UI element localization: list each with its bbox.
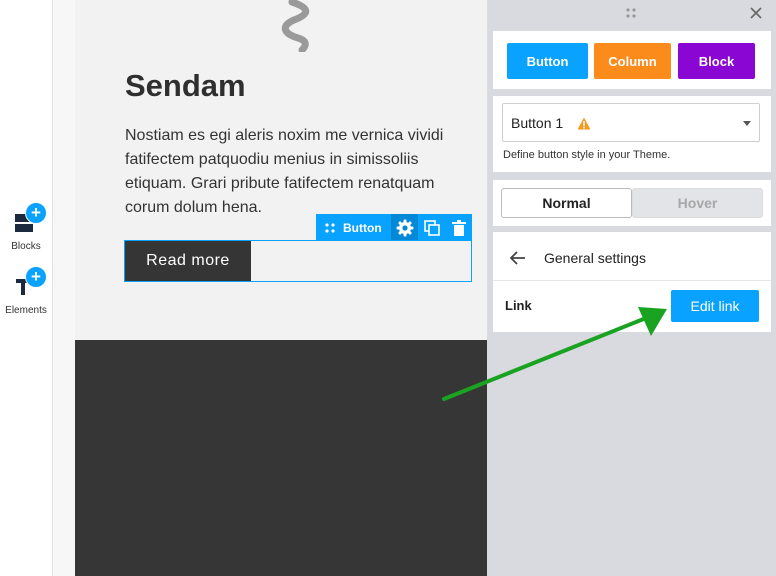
body-paragraph: Nostiam es egi aleris noxim me vernica v…	[125, 127, 444, 216]
panel-header	[487, 0, 776, 28]
button-style-card: Button 1 Define button style in your The…	[493, 96, 771, 172]
element-type-card: Button Column Block	[493, 31, 771, 89]
read-more-button[interactable]: Read more	[125, 241, 251, 281]
button-style-select[interactable]: Button 1	[502, 103, 760, 142]
chevron-down-icon	[743, 121, 751, 126]
button-style-hint: Define button style in your Theme.	[503, 149, 671, 161]
general-settings-title: General settings	[544, 250, 646, 266]
edit-link-button[interactable]: Edit link	[671, 290, 759, 322]
tab-hover[interactable]: Hover	[632, 188, 763, 218]
link-label: Link	[505, 298, 532, 313]
gear-icon[interactable]	[391, 214, 418, 241]
page-canvas: Sendam Nostiam es egi aleris noxim me ve…	[75, 0, 487, 576]
trash-icon[interactable]	[445, 214, 472, 241]
type-button-column[interactable]: Column	[594, 43, 671, 79]
divider	[493, 280, 771, 281]
type-button-block[interactable]: Block	[678, 43, 755, 79]
type-button-button[interactable]: Button	[507, 43, 588, 79]
left-sidebar: + Blocks + Elements	[0, 0, 53, 576]
sidebar-item-label: Elements	[5, 305, 47, 316]
arrow-left-icon[interactable]	[507, 247, 529, 269]
plus-icon: +	[25, 202, 47, 224]
drag-handle-icon[interactable]	[625, 7, 637, 19]
state-tabs-card: Normal Hover	[493, 180, 771, 226]
wave-icon	[281, 0, 310, 52]
canvas-margin	[53, 0, 75, 576]
sidebar-item-blocks[interactable]: + Blocks	[0, 202, 52, 254]
toolbar-label: Button	[343, 220, 382, 235]
content-section: Sendam Nostiam es egi aleris noxim me ve…	[75, 0, 487, 340]
sidebar-item-label: Blocks	[11, 241, 41, 252]
settings-panel: Button Column Block Button 1 Define butt…	[487, 0, 776, 576]
copy-icon[interactable]	[418, 214, 445, 241]
general-settings-card: General settings Link Edit link	[493, 232, 771, 332]
button-style-value: Button 1	[511, 115, 564, 131]
warning-icon	[577, 117, 591, 130]
dark-section	[75, 340, 487, 576]
sidebar-item-elements[interactable]: + Elements	[0, 266, 52, 318]
button-selection-frame: Read more	[124, 240, 472, 282]
tab-normal[interactable]: Normal	[501, 188, 632, 218]
close-icon[interactable]	[750, 7, 762, 19]
plus-icon: +	[25, 266, 47, 288]
drag-handle-icon[interactable]	[316, 214, 343, 241]
element-toolbar: Button	[316, 214, 472, 241]
page-heading: Sendam	[125, 68, 246, 103]
